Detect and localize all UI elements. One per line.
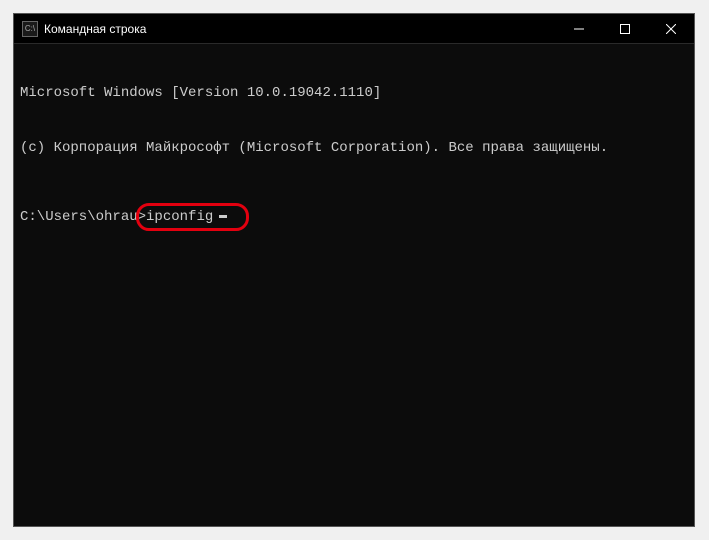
command-wrap: ipconfig [146, 208, 227, 226]
cursor-icon [219, 215, 227, 218]
minimize-button[interactable] [556, 14, 602, 44]
copyright-line: (c) Корпорация Майкрософт (Microsoft Cor… [20, 139, 688, 157]
cmd-icon: C:\ [22, 21, 38, 37]
prompt-path: C:\Users\ohrau> [20, 208, 146, 226]
close-button[interactable] [648, 14, 694, 44]
cmd-window: C:\ Командная строка Microsoft Windows [… [14, 14, 694, 526]
command-input[interactable]: ipconfig [146, 208, 213, 226]
maximize-icon [620, 24, 630, 34]
terminal-body[interactable]: Microsoft Windows [Version 10.0.19042.11… [14, 44, 694, 526]
close-icon [666, 24, 676, 34]
maximize-button[interactable] [602, 14, 648, 44]
titlebar[interactable]: C:\ Командная строка [14, 14, 694, 44]
prompt-line: C:\Users\ohrau>ipconfig [20, 208, 688, 226]
minimize-icon [574, 24, 584, 34]
window-title: Командная строка [44, 22, 146, 36]
cmd-icon-label: C:\ [25, 24, 35, 33]
version-line: Microsoft Windows [Version 10.0.19042.11… [20, 84, 688, 102]
